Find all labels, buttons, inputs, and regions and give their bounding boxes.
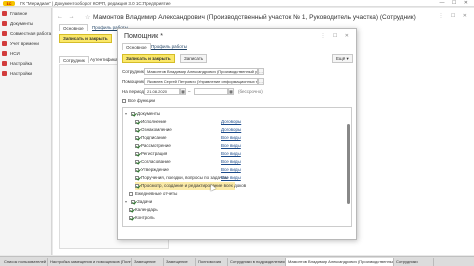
all-functions-toggle[interactable]: Все функции	[122, 97, 342, 105]
team-icon	[2, 31, 7, 37]
tree-checkbox[interactable]	[135, 151, 139, 156]
sidebar-item-setup[interactable]: Настройка	[2, 60, 50, 68]
sidebar-item-documents[interactable]: Документы	[2, 20, 50, 28]
tree-row[interactable]: ▾ Задачи	[125, 198, 345, 206]
title-bar: 1С ГК "Меридиан" | Документооборот КОРП,…	[0, 0, 474, 7]
tree-row[interactable]: Календарь	[129, 206, 349, 214]
tree-checkbox[interactable]	[135, 127, 139, 132]
period-dash: –	[188, 89, 191, 94]
clock-icon	[2, 41, 7, 47]
tree-checkbox[interactable]	[135, 143, 139, 148]
scope-link[interactable]: Все виды	[221, 158, 241, 166]
document-icon	[2, 21, 7, 27]
app-title: ГК "Меридиан" | Документооборот КОРП, ре…	[20, 1, 171, 6]
period-to-field[interactable]	[194, 88, 228, 95]
employee-field[interactable]: Мамонтов Владимир Александрович (Произво…	[144, 68, 258, 75]
tree-row[interactable]: Поручения, поездки, вопросы по задачам Вс…	[135, 174, 351, 182]
open-windows-bar: Список пользователей Настройка замещения…	[0, 256, 474, 266]
assistant-dialog: Помощник * ⋮ ☐ ✕ Основное Профиль работы…	[117, 28, 357, 240]
task-substitution-2[interactable]: Замещение	[164, 258, 196, 266]
scope-link[interactable]: Договоры	[221, 118, 241, 126]
dialog-window-controls[interactable]: ⋮ ☐ ✕	[321, 33, 352, 39]
tree-checkbox[interactable]	[135, 135, 139, 140]
sidebar-item-nsi[interactable]: НСИ	[2, 50, 50, 58]
document-title: Мамонтов Владимир Александрович (Произво…	[93, 14, 416, 21]
document-window-controls[interactable]: ⋮ ☐ ✕	[439, 13, 470, 19]
tree-checkbox[interactable]	[129, 191, 133, 196]
dialog-tab-work-profile[interactable]: Профиль работы	[148, 43, 190, 50]
tree-checkbox[interactable]	[135, 159, 139, 164]
tab-main[interactable]: Основное	[59, 24, 88, 31]
tree-checkbox[interactable]	[135, 119, 139, 124]
task-substitution-1[interactable]: Замещение	[132, 258, 164, 266]
tab-employee[interactable]: Сотрудник	[59, 56, 89, 63]
calendar-from-icon[interactable]: ▦	[180, 88, 186, 95]
sidebar-item-time[interactable]: Учет времени	[2, 40, 50, 48]
tree-checkbox[interactable]	[129, 215, 133, 220]
tree-row[interactable]: Ознакомление Договоры	[135, 126, 351, 134]
favorite-star-icon[interactable]: ☆	[85, 14, 90, 21]
book-icon	[2, 51, 7, 57]
dialog-save-close-button[interactable]: Записать и закрыть	[122, 54, 175, 63]
sidebar-item-home[interactable]: Главное	[2, 10, 50, 18]
scope-link[interactable]: Все виды	[221, 134, 241, 142]
more-menu-button[interactable]: Ещё ▾	[332, 54, 353, 63]
scope-link[interactable]: Все виды	[221, 166, 241, 174]
task-department-employees[interactable]: Сотрудники в подразделениях	[228, 258, 286, 266]
tree-checkbox[interactable]	[135, 175, 139, 180]
save-close-button[interactable]: Записать и закрыть	[59, 34, 112, 43]
gear-icon	[2, 61, 7, 67]
tree-row[interactable]: Контроль	[129, 214, 349, 222]
tree-checkbox[interactable]	[129, 207, 133, 212]
settings-icon	[2, 71, 7, 77]
window-controls[interactable]: — ☐ ✕	[440, 0, 471, 6]
tree-row[interactable]: Регистрация Все виды	[135, 150, 351, 158]
scope-link[interactable]: Все виды	[221, 142, 241, 150]
period-note: (бессрочно)	[238, 89, 263, 94]
dialog-write-button[interactable]: Записать	[180, 54, 208, 63]
task-employees[interactable]: Сотрудники	[394, 258, 434, 266]
sidebar-item-settings[interactable]: Настройки	[2, 70, 50, 78]
tree-checkbox[interactable]	[135, 183, 139, 188]
task-substitution-setup[interactable]: Настройка замещения и помощников (Полном…	[48, 258, 132, 266]
tree-checkbox[interactable]	[131, 111, 135, 116]
period-from-field[interactable]: 21.08.2020	[144, 88, 180, 95]
sidebar-item-collaboration[interactable]: Совместная работа	[2, 30, 51, 38]
period-label: На период	[122, 89, 144, 94]
employee-label: Сотрудник	[122, 69, 144, 74]
task-mamontov[interactable]: Мамонтов Владимир Александрович (Произво…	[286, 258, 394, 266]
sidebar: Главное Документы Совместная работа Учет…	[0, 8, 52, 255]
document-header: ← → ☆ Мамонтов Владимир Александрович (П…	[57, 12, 470, 24]
assistant-select-button[interactable]: …	[258, 78, 264, 85]
tree-checkbox[interactable]	[131, 199, 135, 204]
task-permissions[interactable]: Полномочия	[196, 258, 228, 266]
assistant-field[interactable]: Яковлев Сергей Петрович (Управление инфо…	[144, 78, 258, 85]
scope-link[interactable]: Все виды	[221, 150, 241, 158]
nav-arrows[interactable]: ← →	[57, 14, 77, 20]
dialog-title: Помощник *	[124, 33, 163, 40]
assistant-label: Помощник	[122, 79, 145, 84]
all-functions-checkbox[interactable]	[122, 98, 126, 103]
scope-link[interactable]: Все виды	[221, 174, 241, 182]
tree-row[interactable]: Исполнение Договоры	[135, 118, 351, 126]
calendar-to-icon[interactable]: ▦	[228, 88, 234, 95]
scope-link[interactable]: Договоры	[221, 126, 241, 134]
tree-row[interactable]: ▾ Документы	[125, 110, 345, 118]
employee-select-button[interactable]: …	[258, 68, 264, 75]
tree-scrollbar[interactable]	[347, 124, 350, 204]
functions-tree: ▾ Документы Исполнение Договоры Ознакомлен…	[122, 107, 352, 227]
tree-row[interactable]: Рассмотрение Все виды	[135, 142, 351, 150]
modified-star: *	[160, 33, 163, 40]
tree-row[interactable]: Подписание Все виды	[135, 134, 351, 142]
tree-row[interactable]: Утверждение Все виды	[135, 166, 351, 174]
tree-row[interactable]: Ежедневные отчеты	[129, 190, 349, 198]
dialog-tab-main[interactable]: Основное	[122, 43, 151, 50]
tree-checkbox[interactable]	[135, 167, 139, 172]
task-users-list[interactable]: Список пользователей	[2, 258, 48, 266]
tree-row[interactable]: Согласование Все виды	[135, 158, 351, 166]
app-logo: 1С	[3, 1, 15, 6]
tree-row-selected[interactable]: Просмотр, создание и редактирование всех…	[135, 182, 246, 190]
home-icon	[2, 11, 7, 17]
